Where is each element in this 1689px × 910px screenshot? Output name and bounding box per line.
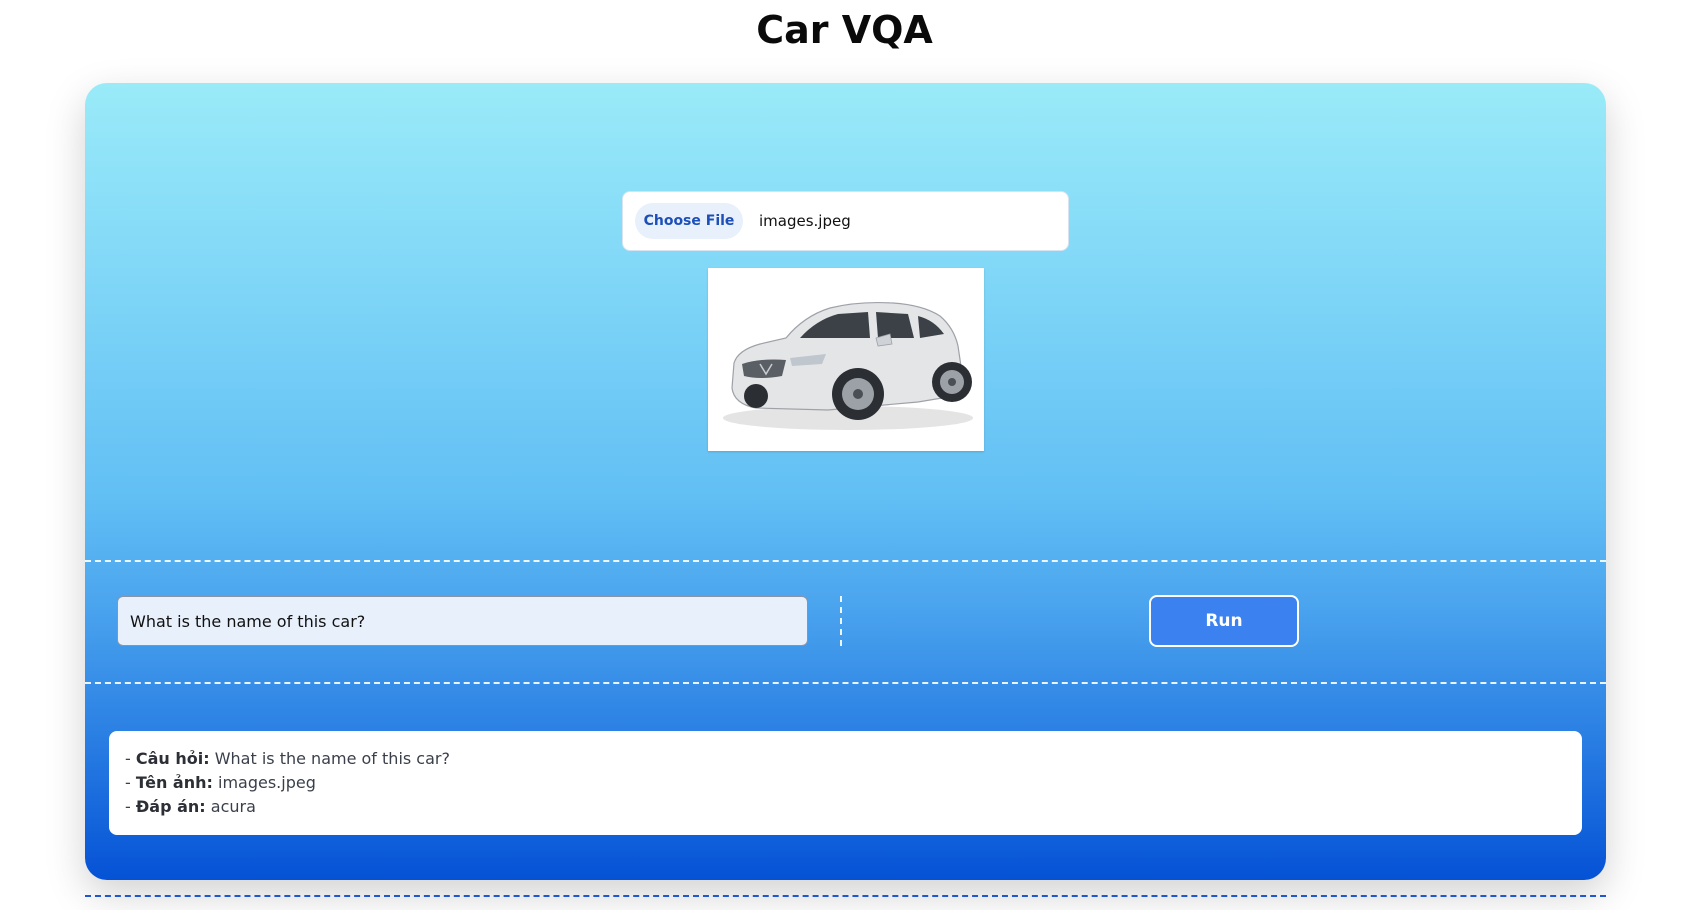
result-label: Tên ảnh: — [135, 773, 213, 792]
result-line-question: - Câu hỏi: What is the name of this car? — [125, 747, 1566, 771]
file-upload[interactable]: Choose File images.jpeg — [622, 191, 1069, 251]
car-image — [708, 268, 984, 451]
page-title: Car VQA — [756, 8, 933, 52]
section-divider-top — [85, 560, 1606, 562]
choose-file-button[interactable]: Choose File — [635, 203, 743, 239]
main-panel: Choose File images.jpeg What is the name… — [85, 83, 1606, 880]
result-value: What is the name of this car? — [214, 749, 450, 768]
result-box: - Câu hỏi: What is the name of this car?… — [109, 731, 1582, 835]
selected-file-name: images.jpeg — [759, 212, 851, 230]
result-prefix: - — [125, 773, 136, 792]
question-input[interactable] — [117, 596, 808, 646]
image-preview — [708, 268, 984, 451]
result-prefix: - — [125, 749, 136, 768]
run-button[interactable]: Run — [1149, 595, 1299, 647]
result-value: acura — [210, 797, 256, 816]
result-value: images.jpeg — [218, 773, 316, 792]
result-line-answer: - Đáp án: acura — [125, 795, 1566, 819]
result-line-image-name: - Tên ảnh: images.jpeg — [125, 771, 1566, 795]
section-divider-bottom — [85, 682, 1606, 684]
page-bottom-divider — [85, 895, 1606, 897]
result-prefix: - — [125, 797, 136, 816]
result-label: Đáp án: — [135, 797, 206, 816]
vertical-divider — [840, 596, 842, 646]
result-label: Câu hỏi: — [135, 749, 210, 768]
